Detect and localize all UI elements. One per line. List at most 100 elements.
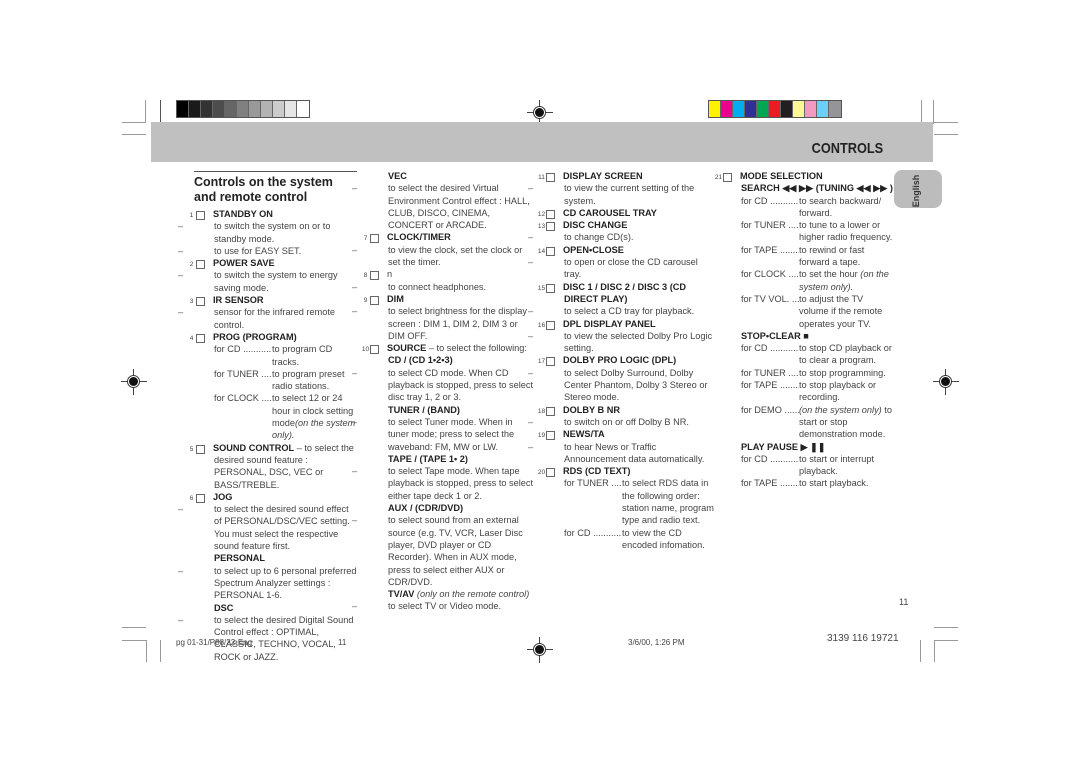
sub-heading: CD / (CD 1•2•3) — [370, 354, 535, 366]
description-line: – to use for EASY SET. — [178, 245, 358, 257]
definition-key: for TAPE ........ — [741, 478, 799, 489]
description-text: to hear News or Traffic Announcement dat… — [564, 441, 705, 464]
description-line: – to select Tuner mode. When in tuner mod… — [352, 416, 535, 453]
definition-text: to stop programming. — [799, 367, 886, 378]
sub-heading-label: SEARCH ◀◀ ▶▶ (TUNING ◀◀ ▶▶ ) — [741, 183, 893, 194]
color-swatch — [285, 101, 297, 117]
definition-key: for DEMO ...... — [741, 404, 799, 415]
control-label: DPL DISPLAY PANEL — [563, 318, 656, 329]
dash-bullet: – — [352, 281, 358, 292]
item-number-badge: 17 — [538, 357, 555, 367]
dash-bullet: – — [528, 183, 534, 194]
description-line: – to switch the system to energy saving m… — [178, 269, 358, 294]
control-label: NEWS/TA — [563, 429, 605, 440]
dash-bullet: – — [352, 306, 358, 317]
definition-text: to program preset radio stations. — [272, 368, 345, 392]
footer-file: pg 01-31/P88/22-Eng — [176, 638, 253, 647]
control-item: 19 NEWS/TA — [538, 428, 716, 441]
crop-mark — [933, 100, 934, 124]
description-text: to open or close the CD carousel tray. — [564, 257, 698, 280]
dash-bullet: – — [352, 466, 358, 477]
definition-key: for CD ............ — [564, 527, 622, 538]
definition-row: for TUNER ..... to select RDS data in the… — [546, 477, 716, 526]
control-item: 15 DISC 1 / DISC 2 / DISC 3 (CD DIRECT PL… — [538, 281, 716, 306]
definition-value: to program CD tracks. — [272, 343, 358, 368]
dash-bullet: – — [178, 270, 184, 281]
description-text: to switch the system to energy saving mo… — [214, 270, 338, 293]
definition-text: to stop CD playback or to clear a progra… — [799, 343, 892, 366]
color-swatch — [261, 101, 273, 117]
sub-heading-label: STOP•CLEAR ■ — [741, 330, 809, 341]
color-swatch — [781, 101, 793, 117]
definition-value: to stop playback or recording. — [799, 379, 893, 404]
description-line: – to select CD mode. When CD playback is … — [352, 367, 535, 404]
definition-text: to tune to a lower or higher radio frequ… — [799, 220, 893, 243]
dash-bullet: – — [352, 515, 358, 526]
item-number-badge: 11 — [538, 173, 555, 182]
sub-heading: PERSONAL — [196, 552, 358, 564]
crop-mark — [934, 122, 958, 123]
sub-heading: AUX / (CDR/DVD) — [370, 502, 535, 514]
description-text: to select Tuner mode. When in tuner mode… — [388, 416, 515, 452]
definition-key: for CD ............ — [741, 343, 799, 354]
definition-key: for CLOCK ..... — [741, 269, 799, 280]
definition-row: for TAPE ........ to stop playback or rec… — [723, 379, 893, 404]
crop-mark — [921, 100, 922, 122]
crop-mark — [122, 134, 146, 135]
description-line: – to select Tape mode. When tape playback… — [352, 465, 535, 502]
description-text: to change CD(s). — [564, 232, 634, 243]
definition-key: for CD ............ — [741, 453, 799, 464]
item-number-badge: 1 — [190, 211, 205, 220]
definition-row: for TUNER ..... to tune to a lower or hig… — [723, 219, 893, 244]
color-swatch — [249, 101, 261, 117]
sub-heading: VEC — [370, 170, 535, 182]
definition-row: for CLOCK ..... to set the hour (on the s… — [723, 268, 893, 293]
description-line: – to view the clock, set the clock or set… — [352, 244, 535, 269]
section-title: Controls on the system and remote contro… — [194, 171, 357, 205]
dash-bullet: – — [528, 306, 534, 317]
description-line: – to select the desired sound effect of P… — [178, 503, 358, 552]
registration-mark-icon — [527, 637, 553, 663]
definition-value: to start or interrupt playback. — [799, 453, 893, 478]
footer-code: 3139 116 19721 — [827, 633, 899, 644]
sub-heading-label: AUX / (CDR/DVD) — [388, 503, 464, 514]
description-text: to select TV or Video mode. — [388, 601, 502, 612]
description-line: – to hear News or Traffic Announcement da… — [528, 441, 716, 466]
definition-value: to stop programming. — [799, 367, 893, 379]
definition-value: to tune to a lower or higher radio frequ… — [799, 219, 893, 244]
color-swatch — [273, 101, 285, 117]
crop-mark — [934, 640, 935, 662]
control-label: PROG (PROGRAM) — [213, 331, 297, 342]
definition-text: to start or interrupt playback. — [799, 453, 875, 477]
item-number-badge: 6 — [190, 493, 205, 503]
color-swatch — [793, 101, 805, 117]
control-item: 13 DISC CHANGE — [538, 219, 716, 232]
definition-value: to set the hour (on the system only). — [799, 268, 893, 293]
sub-heading-label: VEC — [388, 171, 407, 181]
control-label: DISPLAY SCREEN — [563, 171, 643, 181]
grayscale-bar — [176, 100, 310, 118]
item-number-badge: 3 — [190, 297, 205, 307]
crop-mark — [934, 627, 958, 628]
sub-heading-note: (only on the remote control) — [414, 589, 530, 600]
control-item: 18 DOLBY B NR — [538, 404, 716, 416]
description-text: to switch on or off Dolby B NR. — [564, 416, 689, 427]
definition-row: for CD ............ to view the CD encode… — [546, 527, 716, 552]
color-swatch — [757, 101, 769, 117]
description-line: – to change CD(s). — [528, 231, 716, 243]
control-label: DOLBY PRO LOGIC (DPL) — [563, 355, 677, 366]
description-text: to select Tape mode. When tape playback … — [388, 466, 534, 501]
footer-datetime: 3/6/00, 1:26 PM — [628, 638, 685, 647]
dash-bullet: – — [352, 367, 358, 378]
definition-key: for TUNER ..... — [741, 367, 799, 378]
description-line: – to select up to 6 personal preferred Sp… — [178, 565, 358, 602]
item-number-badge: 13 — [538, 222, 555, 232]
crop-mark — [122, 640, 146, 641]
control-label: IR SENSOR — [213, 295, 264, 306]
item-number-badge: 15 — [538, 283, 555, 293]
item-number-badge: 19 — [538, 431, 555, 441]
description-line: – to select a CD tray for playback. — [528, 305, 716, 317]
definition-value: to view the CD encoded infomation. — [622, 527, 716, 552]
color-swatch — [733, 101, 745, 117]
dash-bullet: – — [178, 614, 184, 625]
